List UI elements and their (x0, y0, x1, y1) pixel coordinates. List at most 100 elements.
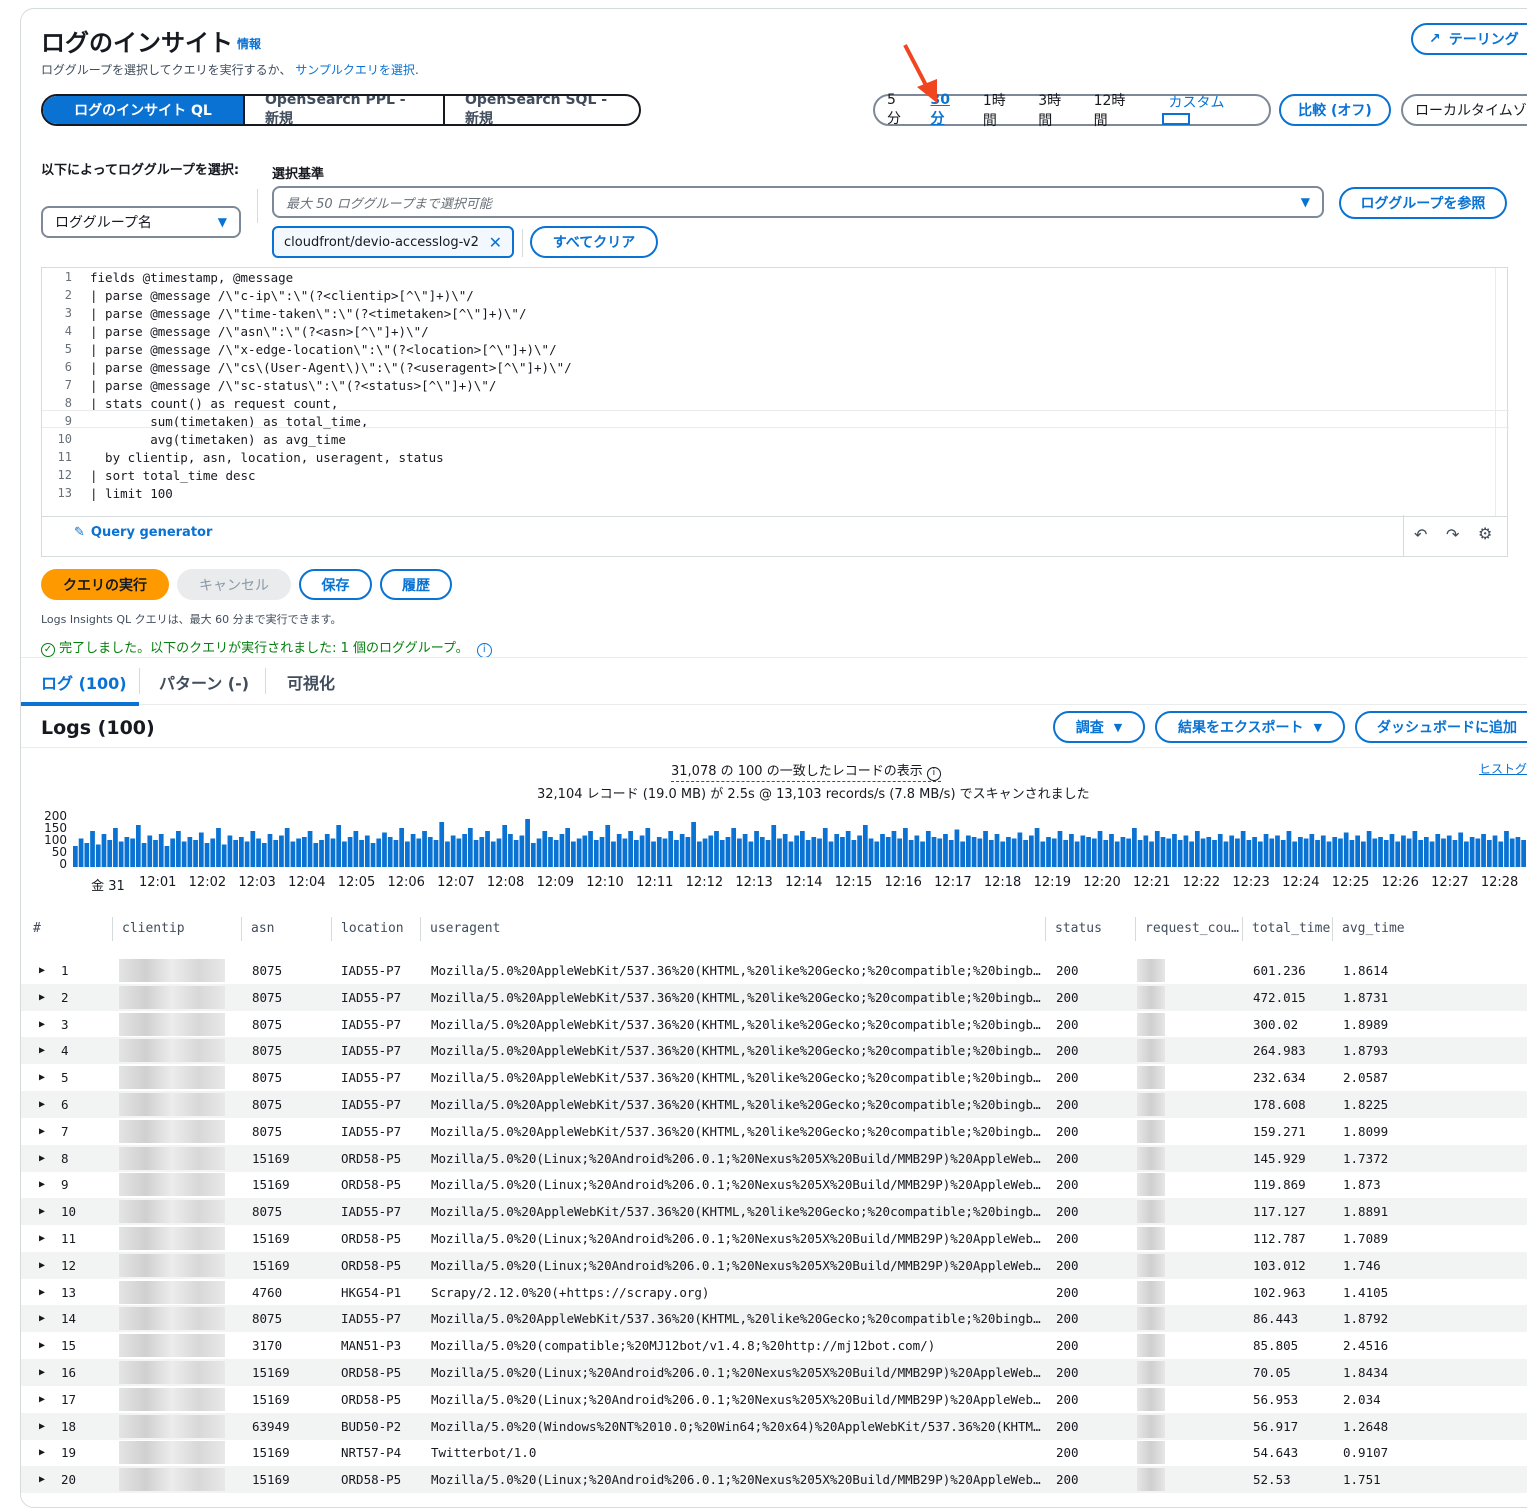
time-option-1h[interactable]: 1時間 (971, 90, 1026, 130)
save-button[interactable]: 保存 (299, 569, 372, 600)
info-icon[interactable]: i (476, 643, 492, 658)
settings-gear-icon[interactable]: ⚙ (1478, 524, 1492, 543)
query-generator-button[interactable]: ✎ Query generator (74, 525, 212, 540)
export-results-button[interactable]: 結果をエクスポート ▼ (1155, 711, 1345, 743)
column-resizer[interactable] (112, 917, 113, 941)
undo-icon[interactable]: ↶ (1414, 525, 1427, 544)
table-row[interactable]: ▶ 5 8075 IAD55-P7 Mozilla/5.0%20AppleWebKit/… (21, 1064, 1527, 1091)
log-group-select-dropdown[interactable]: ロググループ名 ▼ (41, 206, 241, 238)
expand-row-icon[interactable]: ▶ (39, 1233, 45, 1244)
table-row[interactable]: ▶ 20 15169 ORD58-P5 Mozilla/5.0%20(Linux;%20… (21, 1466, 1527, 1494)
column-resizer[interactable] (241, 917, 242, 941)
table-row[interactable]: ▶ 6 8075 IAD55-P7 Mozilla/5.0%20AppleWebKit/… (21, 1091, 1527, 1118)
expand-row-icon[interactable]: ▶ (39, 1045, 45, 1056)
expand-row-icon[interactable]: ▶ (39, 1072, 45, 1083)
expand-row-icon[interactable]: ▶ (39, 1153, 45, 1164)
column-header[interactable]: # (33, 921, 41, 936)
expand-row-icon[interactable]: ▶ (39, 1313, 45, 1324)
line-number: 12 (57, 468, 72, 482)
column-header[interactable]: useragent (430, 921, 500, 936)
column-header[interactable]: location (341, 921, 404, 936)
log-group-search-input[interactable]: 最大 50 ロググループまで選択可能 ▼ (272, 186, 1324, 218)
tab-logs[interactable]: ログ (100) (41, 670, 127, 694)
column-resizer[interactable] (1332, 917, 1333, 941)
info-icon[interactable]: i (926, 767, 941, 781)
table-row[interactable]: ▶ 14 8075 IAD55-P7 Mozilla/5.0%20AppleWebKit… (21, 1305, 1527, 1333)
expand-row-icon[interactable]: ▶ (39, 1447, 45, 1458)
table-row[interactable]: ▶ 9 15169 ORD58-P5 Mozilla/5.0%20(Linux;%20A… (21, 1171, 1527, 1198)
info-link[interactable]: 情報 (237, 35, 261, 52)
time-option-custom[interactable]: カスタム (1144, 92, 1269, 128)
table-row[interactable]: ▶ 12 15169 ORD58-P5 Mozilla/5.0%20(Linux;%20… (21, 1251, 1527, 1279)
sample-query-link[interactable]: サンプルクエリを選択 (295, 63, 415, 77)
histogram-bar (1235, 838, 1240, 867)
redo-icon[interactable]: ↷ (1446, 525, 1459, 544)
column-header[interactable]: status (1055, 921, 1102, 936)
column-header[interactable]: avg_time (1342, 921, 1405, 936)
line-number: 11 (57, 450, 72, 464)
close-icon[interactable]: ✕ (489, 233, 502, 252)
expand-row-icon[interactable]: ▶ (39, 965, 45, 976)
column-header[interactable]: clientip (122, 921, 185, 936)
table-row[interactable]: ▶ 2 8075 IAD55-P7 Mozilla/5.0%20AppleWebKit/… (21, 983, 1527, 1011)
table-row[interactable]: ▶ 10 8075 IAD55-P7 Mozilla/5.0%20AppleWebKit… (21, 1198, 1527, 1226)
table-row[interactable]: ▶ 7 8075 IAD55-P7 Mozilla/5.0%20AppleWebKit/… (21, 1118, 1527, 1145)
column-header[interactable]: request_cou… (1145, 921, 1239, 936)
expand-row-icon[interactable]: ▶ (39, 1474, 45, 1485)
histogram-bar (1504, 831, 1509, 867)
expand-row-icon[interactable]: ▶ (39, 1206, 45, 1217)
compare-button[interactable]: 比較 (オフ) (1279, 94, 1391, 126)
expand-row-icon[interactable]: ▶ (39, 1260, 45, 1271)
editor-scrollbar[interactable] (1495, 268, 1507, 516)
time-option-12h[interactable]: 12時間 (1082, 90, 1145, 130)
histogram-bar (1269, 838, 1275, 867)
column-header[interactable]: total_time (1252, 921, 1330, 936)
expand-row-icon[interactable]: ▶ (39, 1099, 45, 1110)
table-row[interactable]: ▶ 16 15169 ORD58-P5 Mozilla/5.0%20(Linux;%20… (21, 1359, 1527, 1386)
query-editor[interactable]: 1 fields @timestamp, @message 2 | parse @me… (41, 267, 1509, 517)
investigate-button[interactable]: 調査 ▼ (1053, 711, 1145, 743)
cancel-button[interactable]: キャンセル (177, 569, 291, 600)
expand-row-icon[interactable]: ▶ (39, 1179, 45, 1190)
timezone-button[interactable]: ローカルタイムゾーン (1401, 94, 1527, 126)
expand-row-icon[interactable]: ▶ (39, 1287, 45, 1298)
histogram-bar (988, 840, 994, 867)
table-row[interactable]: ▶ 11 15169 ORD58-P5 Mozilla/5.0%20(Linux;%20… (21, 1225, 1527, 1252)
tab-visualization[interactable]: 可視化 (287, 670, 335, 694)
expand-row-icon[interactable]: ▶ (39, 1019, 45, 1030)
table-row[interactable]: ▶ 13 4760 HKG54-P1 Scrapy/2.12.0%20(+https:/… (21, 1279, 1527, 1306)
column-resizer[interactable] (1242, 917, 1243, 941)
add-to-dashboard-button[interactable]: ダッシュボードに追加 (1355, 711, 1527, 743)
table-row[interactable]: ▶ 19 15169 NRT57-P4 Twitterbot/1.0 200 54.643 0… (21, 1439, 1527, 1466)
table-row[interactable]: ▶ 1 8075 IAD55-P7 Mozilla/5.0%20AppleWebKit/… (21, 957, 1527, 984)
tab-logs-insights-ql[interactable]: ログのインサイト QL (43, 96, 243, 124)
tab-patterns[interactable]: パターン (-) (159, 670, 249, 694)
histogram-bar (662, 838, 668, 867)
table-row[interactable]: ▶ 8 15169 ORD58-P5 Mozilla/5.0%20(Linux;%20A… (21, 1144, 1527, 1172)
tail-button[interactable]: ↗ テーリング (1411, 23, 1527, 55)
column-header[interactable]: asn (251, 921, 274, 936)
histogram-link[interactable]: ヒストグラム (1479, 760, 1527, 777)
run-query-button[interactable]: クエリの実行 (41, 569, 169, 600)
tab-opensearch-ppl[interactable]: OpenSearch PPL - 新規 (243, 96, 443, 124)
expand-row-icon[interactable]: ▶ (39, 992, 45, 1003)
column-resizer[interactable] (1135, 917, 1136, 941)
table-row[interactable]: ▶ 15 3170 MAN51-P3 Mozilla/5.0%20(compatible… (21, 1332, 1527, 1359)
expand-row-icon[interactable]: ▶ (39, 1340, 45, 1351)
expand-row-icon[interactable]: ▶ (39, 1126, 45, 1137)
time-option-3h[interactable]: 3時間 (1026, 90, 1081, 130)
column-resizer[interactable] (420, 917, 421, 941)
expand-row-icon[interactable]: ▶ (39, 1367, 45, 1378)
clear-all-button[interactable]: すべてクリア (530, 226, 658, 258)
column-resizer[interactable] (331, 917, 332, 941)
column-resizer[interactable] (1045, 917, 1046, 941)
browse-log-groups-button[interactable]: ロググループを参照 (1339, 187, 1507, 219)
table-row[interactable]: ▶ 17 15169 ORD58-P5 Mozilla/5.0%20(Linux;%20… (21, 1386, 1527, 1413)
expand-row-icon[interactable]: ▶ (39, 1394, 45, 1405)
table-row[interactable]: ▶ 3 8075 IAD55-P7 Mozilla/5.0%20AppleWebKit/… (21, 1011, 1527, 1038)
history-button[interactable]: 履歴 (380, 569, 452, 600)
table-row[interactable]: ▶ 18 63949 BUD50-P2 Mozilla/5.0%20(Windows%2… (21, 1412, 1527, 1440)
tab-opensearch-sql[interactable]: OpenSearch SQL - 新規 (443, 96, 639, 124)
expand-row-icon[interactable]: ▶ (39, 1421, 45, 1432)
table-row[interactable]: ▶ 4 8075 IAD55-P7 Mozilla/5.0%20AppleWebKit/… (21, 1037, 1527, 1065)
